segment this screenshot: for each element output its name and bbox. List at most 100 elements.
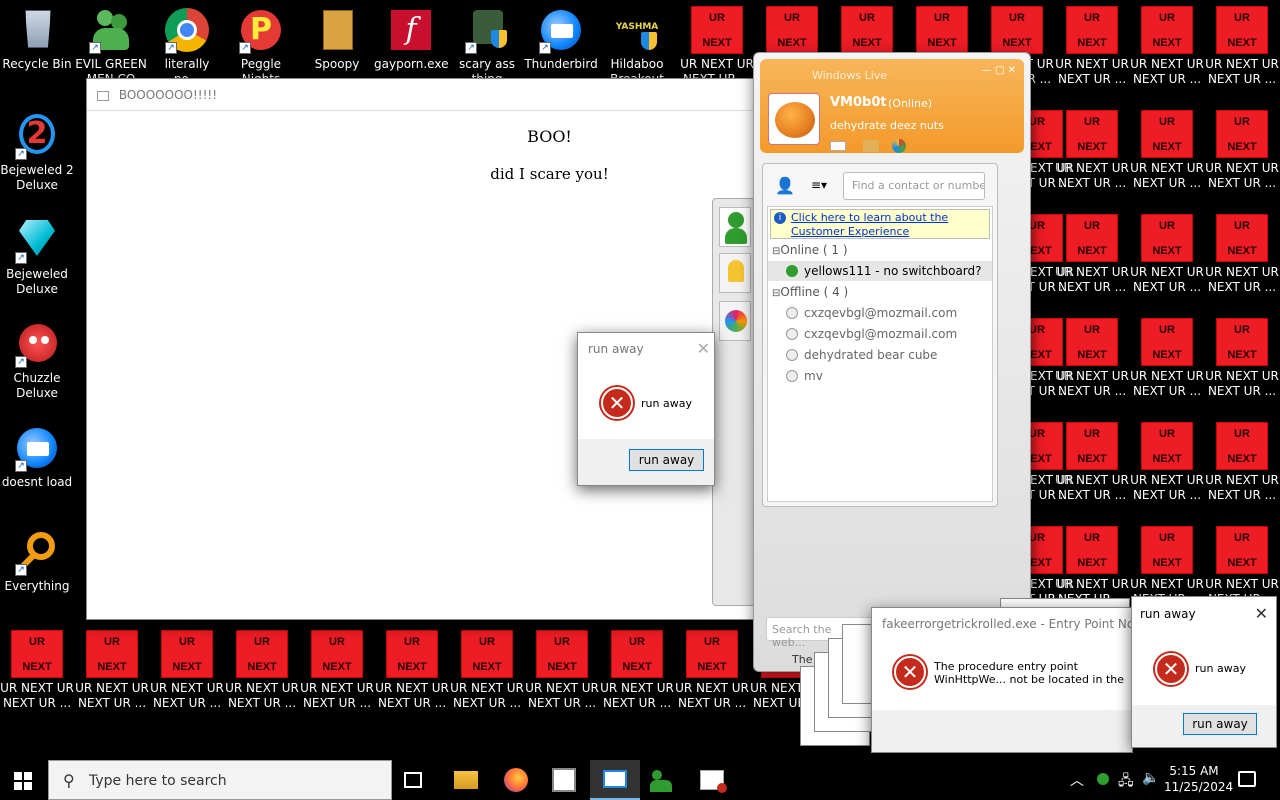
- desktop-icon-ur-next[interactable]: URNEXTUR NEXT URNEXT UR ...: [1205, 422, 1279, 503]
- group-label: Online ( 1 ): [780, 243, 848, 257]
- desktop-icon-doesnt-load[interactable]: ↗ doesnt load: [0, 424, 74, 505]
- desktop-icon-ur-next[interactable]: URNEXTUR NEXT URNEXT UR ...: [1130, 214, 1204, 295]
- desktop-icon-scary-ass[interactable]: ↗ scary ass thing: [450, 6, 524, 87]
- close-icon[interactable]: ✕: [697, 339, 710, 358]
- ur-next-icon: URNEXT: [841, 6, 893, 54]
- msn-side-tabs: [712, 198, 756, 606]
- clock[interactable]: 5:15 AM 11/25/2024: [1164, 763, 1233, 795]
- desktop-icon-ur-next[interactable]: URNEXTUR NEXT URNEXT UR ...: [1130, 526, 1204, 607]
- desktop-icon-ur-next[interactable]: URNEXTUR NEXT URNEXT UR ...: [150, 630, 224, 711]
- desktop-icon-ur-next[interactable]: URNEXTUR NEXT URNEXT UR ...: [1130, 318, 1204, 399]
- desktop-icon-everything[interactable]: ↗ Everything: [0, 528, 74, 609]
- error-window-icon[interactable]: [700, 770, 727, 793]
- desktop-icon-hildaboo[interactable]: YASHMA Hildaboo Breakout: [600, 6, 674, 87]
- icon-label: UR NEXT URNEXT UR ...: [1130, 57, 1204, 86]
- desktop-icon-evil-green-men[interactable]: ↗ EVIL GREEN MEN CO: [74, 6, 148, 87]
- file-explorer-icon[interactable]: [454, 771, 478, 789]
- desktop-icon-ur-next[interactable]: URNEXTUR NEXT URNEXT UR ...: [1130, 422, 1204, 503]
- shield-icon: ↗: [463, 6, 511, 54]
- desktop-icon-ur-next[interactable]: URNEXTUR NEXT URNEXT UR ...: [225, 630, 299, 711]
- icon-label: UR NEXT URNEXT UR ...: [1130, 161, 1204, 190]
- dialog-titlebar[interactable]: run away ✕: [578, 333, 714, 363]
- contact-row-offline[interactable]: cxzqevbgl@mozmail.com: [768, 324, 992, 344]
- desktop-icon-ur-next[interactable]: URNEXTUR NEXT URNEXT UR ...: [1205, 214, 1279, 295]
- window-controls[interactable]: — □ ✕: [982, 65, 1016, 76]
- desktop-icon-ur-next[interactable]: URNEXTUR NEXT URNEXT UR ...: [1205, 526, 1279, 607]
- spaces-icon[interactable]: [892, 139, 906, 153]
- ur-next-icon: URNEXT: [386, 630, 438, 678]
- status-text[interactable]: (Online): [888, 97, 932, 110]
- desktop-icon-ur-next[interactable]: URNEXTUR NEXT URNEXT UR ...: [1205, 110, 1279, 191]
- windows-start-icon[interactable]: [14, 772, 32, 790]
- desktop-icon-ur-next[interactable]: URNEXTUR NEXT URNEXT UR ...: [1205, 318, 1279, 399]
- firefox-icon[interactable]: [504, 768, 528, 792]
- run-away-dialog-middle[interactable]: run away ✕ ✕ run away run away: [577, 332, 715, 486]
- desktop-icon-ur-next[interactable]: URNEXTUR NEXT URNEXT UR ...: [675, 630, 749, 711]
- desktop-icon-ur-next[interactable]: URNEXTUR NEXT URNEXT UR ...: [75, 630, 149, 711]
- offline-group-header[interactable]: ⊟Offline ( 4 ): [772, 285, 848, 299]
- desktop-icon-gayporn[interactable]: f gayporn.exe: [374, 6, 448, 87]
- active-window-icon[interactable]: [590, 760, 640, 800]
- window-app-icon[interactable]: [552, 768, 576, 792]
- volume-icon[interactable]: 🔈: [1142, 770, 1159, 786]
- ur-next-icon: URNEXT: [1216, 6, 1268, 54]
- desktop-icon-recycle-bin[interactable]: Recycle Bin: [0, 6, 74, 87]
- dialog-titlebar[interactable]: run away ✕: [1132, 597, 1276, 627]
- run-away-dialog-right[interactable]: run away ✕ ✕ run away run away: [1131, 596, 1277, 748]
- avatar[interactable]: [768, 93, 820, 145]
- contact-row-offline[interactable]: cxzqevbgl@mozmail.com: [768, 303, 992, 323]
- taskbar: ⚲ Type here to search ︿ 🖧 🔈 5:15 AM 11/2…: [0, 760, 1280, 800]
- desktop-icon-ur-next[interactable]: URNEXTUR NEXT URNEXT UR ...: [300, 630, 374, 711]
- desktop-icon-bejeweled-2[interactable]: 2 ↗ Bejeweled 2 Deluxe: [0, 112, 74, 193]
- desktop-icon-chrome[interactable]: ↗ literally no...: [150, 6, 224, 87]
- contact-row-offline[interactable]: dehydrated bear cube: [768, 345, 992, 365]
- add-contact-icon[interactable]: 👤: [775, 176, 795, 195]
- list-options-icon[interactable]: ≡▾: [811, 178, 835, 192]
- desktop-icon-ur-next[interactable]: URNEXTUR NEXT URNEXT UR ...: [450, 630, 524, 711]
- desktop-icon-ur-next[interactable]: URNEXTUR NEXT URNEXT UR ...: [0, 630, 74, 711]
- dialog-titlebar[interactable]: fakeerrorgetrickrolled.exe - Entry Point…: [872, 608, 1132, 638]
- online-group-header[interactable]: ⊟Online ( 1 ): [772, 243, 848, 257]
- desktop-icon-ur-next[interactable]: URNEXTUR NEXT URNEXT UR ...: [1130, 110, 1204, 191]
- notification-icon[interactable]: [1238, 771, 1256, 787]
- desktop-icon-ur-next[interactable]: URNEXTUR NEXT URNEXT UR ...: [600, 630, 674, 711]
- magnifier-icon: ↗: [13, 528, 61, 576]
- desktop-icon-ur-next[interactable]: URNEXTUR NEXT URNEXT UR ...: [680, 6, 754, 87]
- butterfly-icon[interactable]: [719, 301, 751, 341]
- network-icon[interactable]: 🖧: [1118, 770, 1134, 794]
- run-away-button[interactable]: run away: [629, 449, 704, 471]
- contact-row-offline[interactable]: mv: [768, 366, 992, 386]
- desktop-icon-ur-next[interactable]: URNEXTUR NEXT URNEXT UR ...: [1055, 6, 1129, 87]
- desktop-icon-ur-next[interactable]: URNEXTUR NEXT URNEXT UR ...: [525, 630, 599, 711]
- icon-label: UR NEXT URNEXT UR ...: [450, 681, 524, 710]
- group-label: Offline ( 4 ): [780, 285, 849, 299]
- contact-row-online[interactable]: yellows111 - no switchboard?: [768, 261, 992, 281]
- contacts-tab-icon[interactable]: [719, 207, 751, 247]
- chevron-up-icon[interactable]: ︿: [1070, 770, 1084, 790]
- desktop-icon-thunderbird[interactable]: ↗ Thunderbird: [524, 6, 598, 87]
- customer-experience-link[interactable]: Click here to learn about the Customer E…: [791, 211, 948, 238]
- desktop-icon-chuzzle[interactable]: ↗ Chuzzle Deluxe: [0, 320, 74, 401]
- msn-messenger-window[interactable]: Windows Live — □ ✕ VM0b0t (Online) dehyd…: [753, 52, 1031, 672]
- messenger-icon[interactable]: [650, 768, 674, 792]
- close-icon[interactable]: ✕: [1255, 604, 1268, 623]
- desktop-icon-bejeweled[interactable]: ↗ Bejeweled Deluxe: [0, 216, 74, 297]
- desktop-icon-peggle[interactable]: P↗ Peggle Nights: [224, 6, 298, 87]
- desktop-icon-ur-next[interactable]: URNEXTUR NEXT URNEXT UR ...: [1205, 6, 1279, 87]
- folder-icon[interactable]: [863, 140, 879, 152]
- personal-message[interactable]: dehydrate deez nuts: [830, 119, 944, 132]
- desktop-icon-ur-next[interactable]: URNEXTUR NEXT URNEXT UR ...: [375, 630, 449, 711]
- ur-next-icon: URNEXT: [1141, 422, 1193, 470]
- messenger-tray-icon[interactable]: [1097, 773, 1109, 785]
- mail-icon[interactable]: [830, 141, 846, 151]
- run-away-button[interactable]: run away: [1183, 713, 1257, 735]
- task-view-icon[interactable]: [404, 772, 422, 788]
- desktop-icon-spoopy[interactable]: Spoopy: [300, 6, 374, 87]
- dialog-title: fakeerrorgetrickrolled.exe - Entry Point…: [882, 617, 1132, 631]
- taskbar-search-box[interactable]: ⚲ Type here to search: [48, 760, 392, 800]
- entry-point-dialog[interactable]: fakeerrorgetrickrolled.exe - Entry Point…: [871, 607, 1133, 753]
- find-contact-input[interactable]: Find a contact or numbe: [843, 172, 985, 200]
- username[interactable]: VM0b0t: [830, 95, 887, 110]
- bell-icon[interactable]: [719, 253, 751, 293]
- desktop-icon-ur-next[interactable]: URNEXTUR NEXT URNEXT UR ...: [1130, 6, 1204, 87]
